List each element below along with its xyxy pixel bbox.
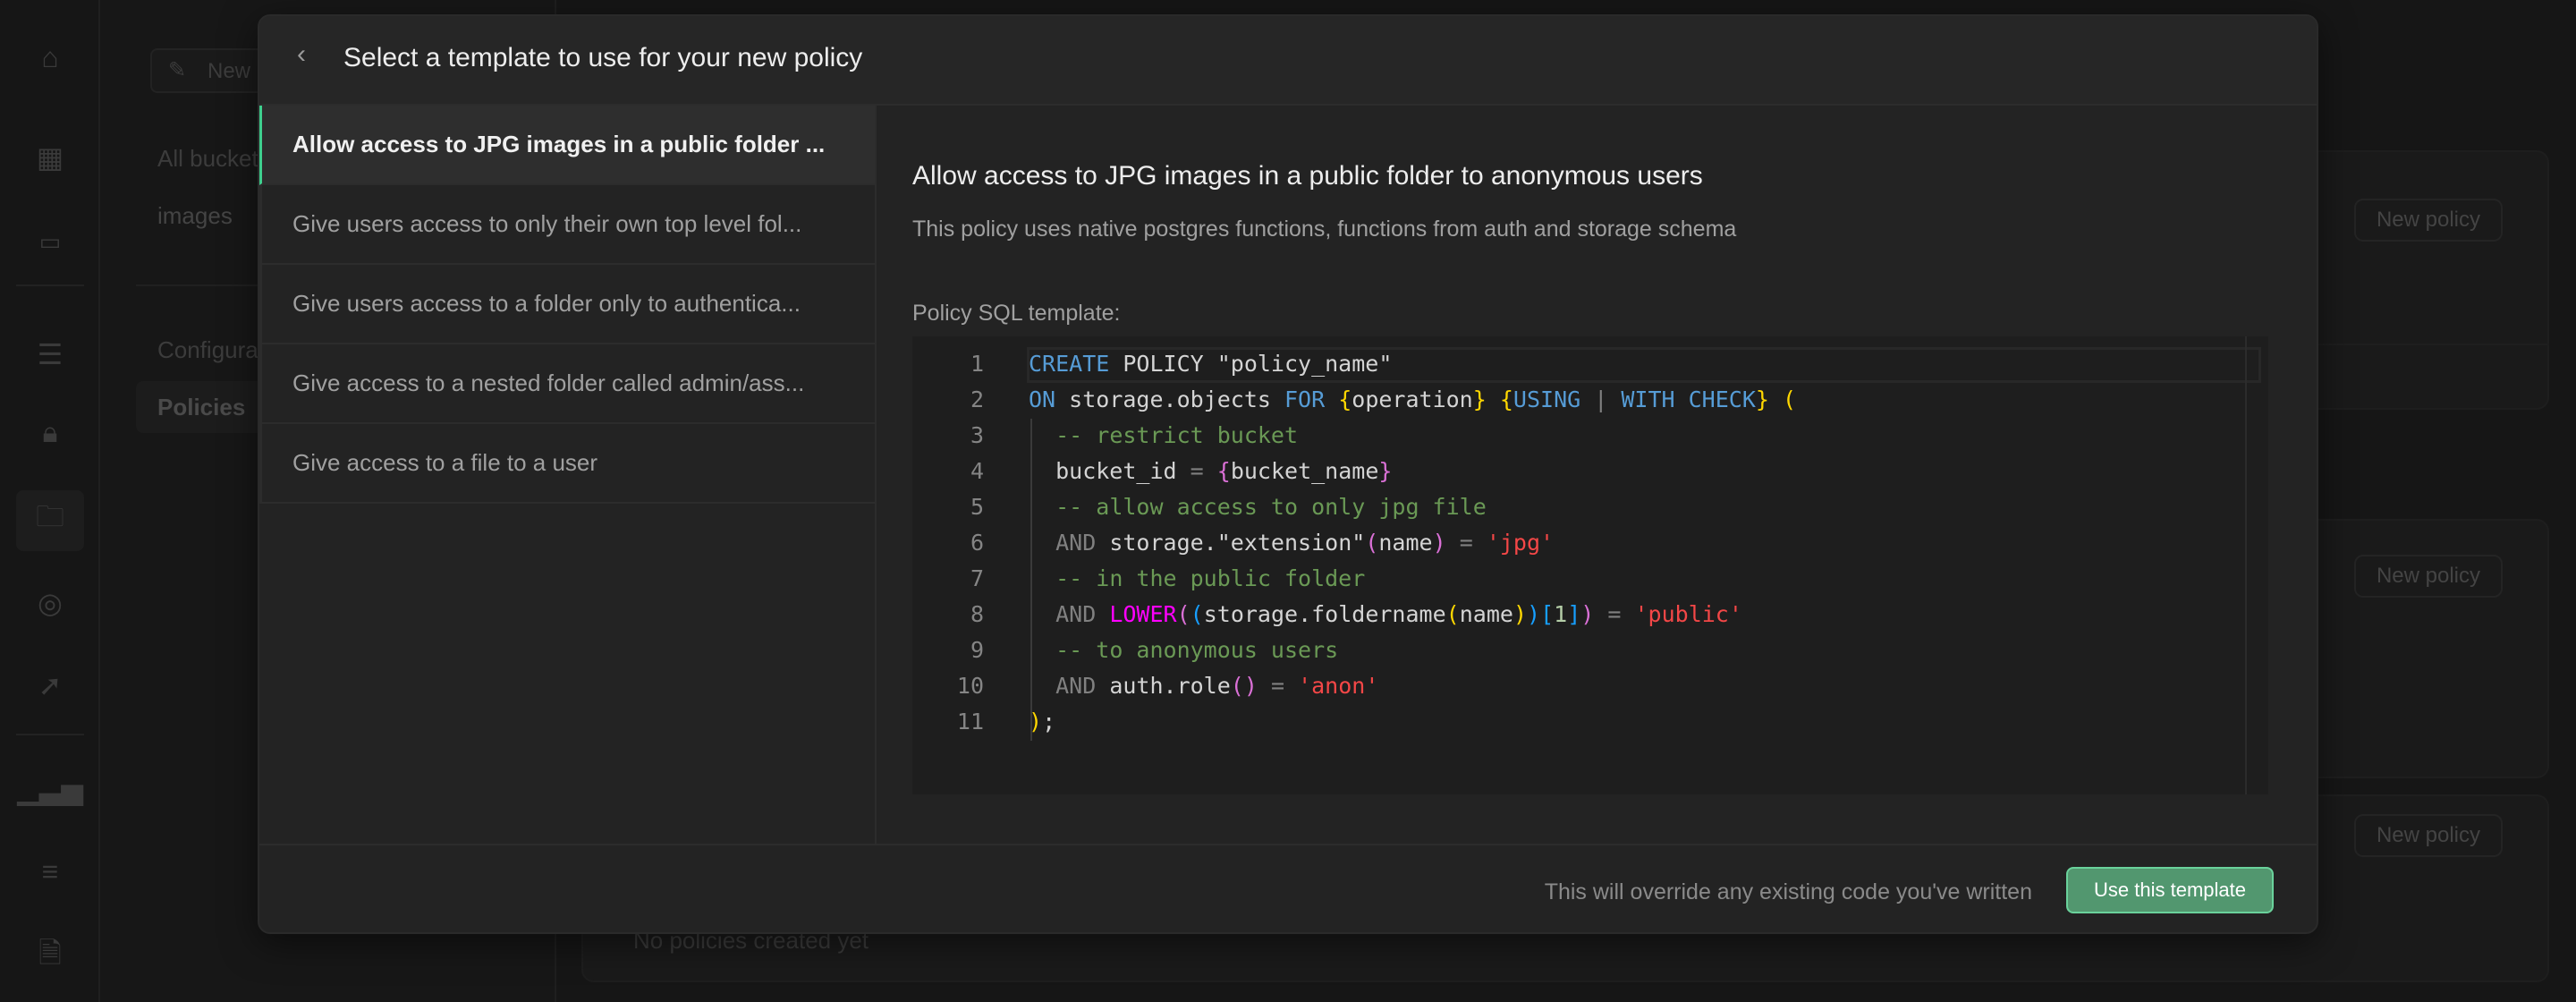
template-item[interactable]: Give access to a nested folder called ad…	[259, 344, 875, 424]
logs-list-icon[interactable]: ≡	[29, 850, 72, 893]
code-line: AND auth.role() = 'anon'	[1055, 673, 1379, 699]
line-number: 6	[970, 530, 984, 556]
line-number: 2	[970, 386, 984, 412]
line-number: 11	[956, 709, 984, 735]
code-line: CREATE POLICY "policy_name"	[1029, 351, 1393, 377]
sql-template-label: Policy SQL template:	[912, 301, 1121, 326]
nav-divider	[16, 734, 84, 735]
line-number: 3	[970, 422, 984, 448]
sql-code-editor[interactable]: 1 2 3 4 5 6 7 8 9 10 11 CREATE POLICY "policy_name…	[912, 336, 2268, 794]
modal-footer: This will override any existing code you…	[259, 844, 2317, 932]
line-number: 7	[970, 565, 984, 591]
code-line: AND LOWER((storage.foldername(name))[1])…	[1055, 601, 1742, 627]
template-item[interactable]: Give access to a file to a user	[259, 424, 875, 504]
modal-header: ‹ Select a template to use for your new …	[259, 16, 2317, 106]
code-line: -- allow access to only jpg file	[1055, 494, 1487, 520]
line-number: 1	[970, 351, 984, 377]
code-line: -- in the public folder	[1055, 565, 1366, 591]
new-policy-button[interactable]: New policy	[2354, 199, 2503, 242]
use-template-button[interactable]: Use this template	[2066, 867, 2274, 913]
modal-title: Select a template to use for your new po…	[343, 43, 863, 72]
override-warning: This will override any existing code you…	[1544, 879, 2032, 904]
template-title: Allow access to JPG images in a public f…	[912, 161, 1703, 191]
database-icon[interactable]: ☰	[29, 333, 72, 376]
line-number: 5	[970, 494, 984, 520]
storage-folder-icon[interactable]: 🗀	[16, 490, 84, 551]
code-line: ON storage.objects FOR {operation} {USIN…	[1029, 386, 1797, 412]
edit-icon: ✎	[168, 58, 187, 82]
template-detail: Allow access to JPG images in a public f…	[877, 106, 2317, 844]
nav-rail: ⌂ ▦ ▭ ☰ 🔒︎ 🗀 ◎ ➚ ▁▃▅ ≡ 🗎	[0, 0, 100, 1002]
realtime-icon[interactable]: ◎	[29, 582, 72, 624]
docs-icon[interactable]: 🗎	[29, 936, 72, 979]
back-chevron-icon[interactable]: ‹	[297, 39, 306, 70]
template-item[interactable]: Allow access to JPG images in a public f…	[259, 106, 875, 185]
new-policy-button[interactable]: New policy	[2354, 814, 2503, 857]
table-editor-icon[interactable]: ▦	[29, 136, 72, 179]
sql-editor-icon[interactable]: ▭	[29, 220, 72, 263]
template-item[interactable]: Give users access to a folder only to au…	[259, 265, 875, 344]
template-list: Allow access to JPG images in a public f…	[259, 106, 877, 844]
all-buckets-link[interactable]: All buckets	[157, 145, 270, 173]
template-item[interactable]: Give users access to only their own top …	[259, 185, 875, 265]
template-modal: ‹ Select a template to use for your new …	[258, 14, 2318, 934]
nav-divider	[16, 284, 84, 286]
policies-label: Policies	[157, 394, 246, 420]
template-description: This policy uses native postgres functio…	[912, 217, 1737, 242]
code-line: -- restrict bucket	[1055, 422, 1299, 448]
reports-chart-icon[interactable]: ▁▃▅	[17, 768, 83, 811]
code-line: );	[1029, 709, 1056, 735]
edge-functions-cursor-icon[interactable]: ➚	[29, 664, 72, 707]
home-icon[interactable]: ⌂	[29, 36, 72, 79]
bucket-item[interactable]: images	[157, 202, 233, 230]
new-policy-button[interactable]: New policy	[2354, 555, 2503, 598]
line-number: 8	[970, 601, 984, 627]
code-line: -- to anonymous users	[1055, 637, 1339, 663]
line-number: 10	[956, 673, 984, 699]
line-number: 4	[970, 458, 984, 484]
code-line: AND storage."extension"(name) = 'jpg'	[1055, 530, 1555, 556]
editor-ruler	[2245, 336, 2247, 794]
line-number: 9	[970, 637, 984, 663]
code-line: bucket_id = {bucket_name}	[1029, 458, 1393, 484]
auth-lock-icon[interactable]: 🔒︎	[29, 412, 72, 454]
